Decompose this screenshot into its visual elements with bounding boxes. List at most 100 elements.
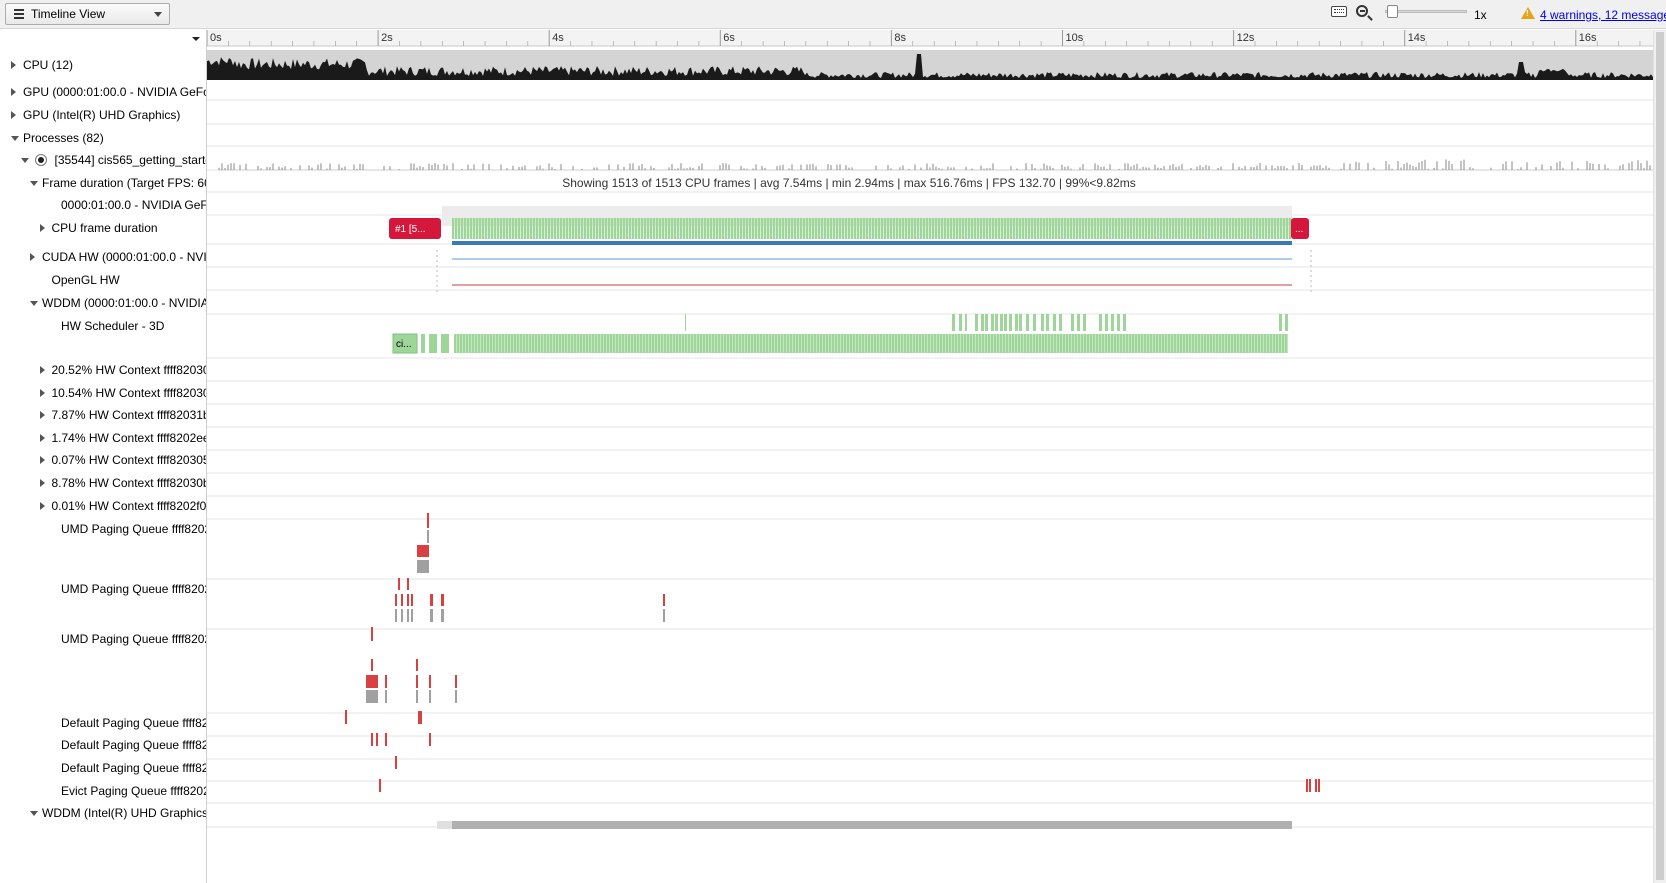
hw-scheduler-bar xyxy=(556,334,559,353)
cpu-frame-bar xyxy=(980,218,983,239)
collapsed-arrow-icon[interactable] xyxy=(39,434,45,442)
tree-row-cpu[interactable]: CPU (12) xyxy=(7,54,207,77)
tree-row-label: 0.07% HW Context ffff820305 xyxy=(51,453,208,467)
tree-row-opengl-hw[interactable]: OpenGL HW xyxy=(7,269,207,292)
tree-row-processes[interactable]: Processes (82) xyxy=(7,127,207,149)
collapsed-arrow-icon[interactable] xyxy=(39,224,45,232)
hw-scheduler-upper-bar xyxy=(1053,314,1056,331)
cpu-frame-bar xyxy=(776,218,779,239)
zoom-slider[interactable] xyxy=(1385,5,1467,19)
tree-row-umd-3[interactable]: UMD Paging Queue ffff8202b xyxy=(7,597,207,681)
collapsed-arrow-icon[interactable] xyxy=(39,456,45,464)
hw-scheduler-bar xyxy=(721,334,724,353)
hw-scheduler-bar xyxy=(526,334,529,353)
tree-row-hwctx-2[interactable]: 10.54% HW Context ffff82030 xyxy=(7,382,207,404)
hw-scheduler-bar xyxy=(907,334,910,353)
hw-scheduler-bar xyxy=(472,334,475,353)
cpu-frame-bar xyxy=(1019,218,1022,239)
collapsed-arrow-icon[interactable] xyxy=(11,61,16,69)
cpu-frame-bar xyxy=(653,218,656,239)
cpu-frame-bar xyxy=(584,218,587,239)
cpu-frame-bar xyxy=(1226,218,1229,239)
tree-row-hwctx-1[interactable]: 20.52% HW Context ffff82030 xyxy=(7,359,207,382)
tree-row-hwctx-3[interactable]: 7.87% HW Context ffff82031b xyxy=(7,404,207,427)
expanded-arrow-icon[interactable] xyxy=(11,136,19,141)
tree-row-label: 8.78% HW Context ffff82030b xyxy=(51,476,208,490)
zoom-out-icon[interactable] xyxy=(1356,5,1368,17)
hw-scheduler-bar xyxy=(646,334,649,353)
view-select-dropdown[interactable]: Timeline View xyxy=(5,3,170,25)
hw-scheduler-bar xyxy=(652,334,655,353)
expanded-arrow-icon[interactable] xyxy=(20,158,29,163)
tree-row-default-3[interactable]: Default Paging Queue ffff8202 xyxy=(7,757,207,780)
collapsed-arrow-icon[interactable] xyxy=(11,88,16,96)
tree-row-hwctx-4[interactable]: 1.74% HW Context ffff8202ee xyxy=(7,427,207,450)
zoom-slider-thumb[interactable] xyxy=(1387,5,1398,18)
hw-scheduler-bar xyxy=(577,334,580,353)
cpu-frame-bar xyxy=(1235,218,1238,239)
hw-scheduler-bar xyxy=(1165,334,1168,353)
collapsed-arrow-icon[interactable] xyxy=(30,253,35,261)
collapsed-arrow-icon[interactable] xyxy=(39,366,45,374)
tree-menu-chevron-icon[interactable] xyxy=(192,37,200,41)
cpu-frame-bar xyxy=(470,218,473,239)
scrollbar-thumb[interactable] xyxy=(1656,32,1664,880)
hw-scheduler-bar xyxy=(748,334,751,353)
paging-event xyxy=(370,690,372,703)
timeline-panel[interactable]: 0s 2s 4s 6s 8s 10s 12s 14s 16s Showing 1513 of 15… xyxy=(207,30,1653,883)
collapsed-arrow-icon[interactable] xyxy=(11,111,16,119)
tree-row-cpu-frame-duration[interactable]: CPU frame duration xyxy=(7,214,207,243)
cpu-frame-bar xyxy=(671,218,674,239)
tree-row-frame-duration[interactable]: Frame duration (Target FPS: 60) xyxy=(7,172,207,194)
tree-row-default-2[interactable]: Default Paging Queue ffff8202 xyxy=(7,734,207,757)
tree-row-gpu-intel[interactable]: GPU (Intel(R) UHD Graphics) xyxy=(7,104,207,127)
cpu-frame-bar xyxy=(614,218,617,239)
cpu-frame-bar xyxy=(1148,218,1151,239)
timeline-canvas[interactable]: 0s 2s 4s 6s 8s 10s 12s 14s 16s Showing 1513 of 15… xyxy=(207,30,1653,883)
tree-row-wddm-intel[interactable]: WDDM (Intel(R) UHD Graphics xyxy=(7,802,207,824)
hw-scheduler-bar xyxy=(943,334,946,353)
hw-scheduler-upper-bar xyxy=(1041,314,1044,331)
warnings-link[interactable]: 4 warnings, 12 messages xyxy=(1540,8,1666,22)
hw-scheduler-bar xyxy=(1285,334,1288,353)
cpu-frame-bar xyxy=(713,218,716,239)
hw-scheduler-upper-bar xyxy=(1279,314,1282,331)
expanded-arrow-icon[interactable] xyxy=(30,811,38,816)
hw-scheduler-bar xyxy=(979,334,982,353)
tree-row-hwctx-6[interactable]: 8.78% HW Context ffff82030b xyxy=(7,472,207,495)
tree-row-process-35544[interactable]: [35544] cis565_getting_started xyxy=(7,149,207,172)
process-radio-icon[interactable] xyxy=(34,154,47,166)
cpu-frame-bar xyxy=(827,218,830,239)
ruler-tick-label: 6s xyxy=(723,32,735,44)
collapsed-arrow-icon[interactable] xyxy=(39,411,45,419)
tree-row-gpu-nvidia[interactable]: GPU (0000:01:00.0 - NVIDIA GeForce xyxy=(7,81,207,104)
paging-event xyxy=(423,545,425,557)
collapsed-arrow-icon[interactable] xyxy=(39,389,45,397)
hw-scheduler-bar xyxy=(1279,334,1282,353)
hw-scheduler-block xyxy=(441,334,449,353)
tree-row-hwctx-5[interactable]: 0.07% HW Context ffff820305 xyxy=(7,449,207,472)
cpu-frame-bar xyxy=(1274,218,1277,239)
keyboard-icon[interactable] xyxy=(1331,6,1347,17)
hw-scheduler-bar xyxy=(1177,334,1180,353)
cpu-frame-bar xyxy=(791,218,794,239)
tree-row-evict[interactable]: Evict Paging Queue ffff8202e xyxy=(7,780,207,802)
cpu-frame-bar xyxy=(929,218,932,239)
tree-row-default-1[interactable]: Default Paging Queue ffff8202 xyxy=(7,712,207,734)
hw-scheduler-bar xyxy=(1057,334,1060,353)
paging-event xyxy=(417,560,419,573)
collapsed-arrow-icon[interactable] xyxy=(39,479,45,487)
cpu-frame-bar xyxy=(704,218,707,239)
hw-scheduler-bar xyxy=(1009,334,1012,353)
tree-row-umd-1[interactable]: UMD Paging Queue ffff8202b xyxy=(7,499,207,559)
cpu-frame-bar xyxy=(611,218,614,239)
vertical-scrollbar[interactable] xyxy=(1653,30,1666,883)
tree-row-hw-scheduler[interactable]: HW Scheduler - 3D xyxy=(7,304,207,348)
cpu-frame-bar xyxy=(806,218,809,239)
hw-scheduler-bar xyxy=(457,334,460,353)
hw-scheduler-upper-bar xyxy=(991,314,994,331)
cpu-frame-bar xyxy=(842,218,845,239)
tree-row-cuda-hw[interactable]: CUDA HW (0000:01:00.0 - NVIDIA xyxy=(7,246,207,269)
expanded-arrow-icon[interactable] xyxy=(30,181,38,186)
cpu-frame-bar xyxy=(830,218,833,239)
